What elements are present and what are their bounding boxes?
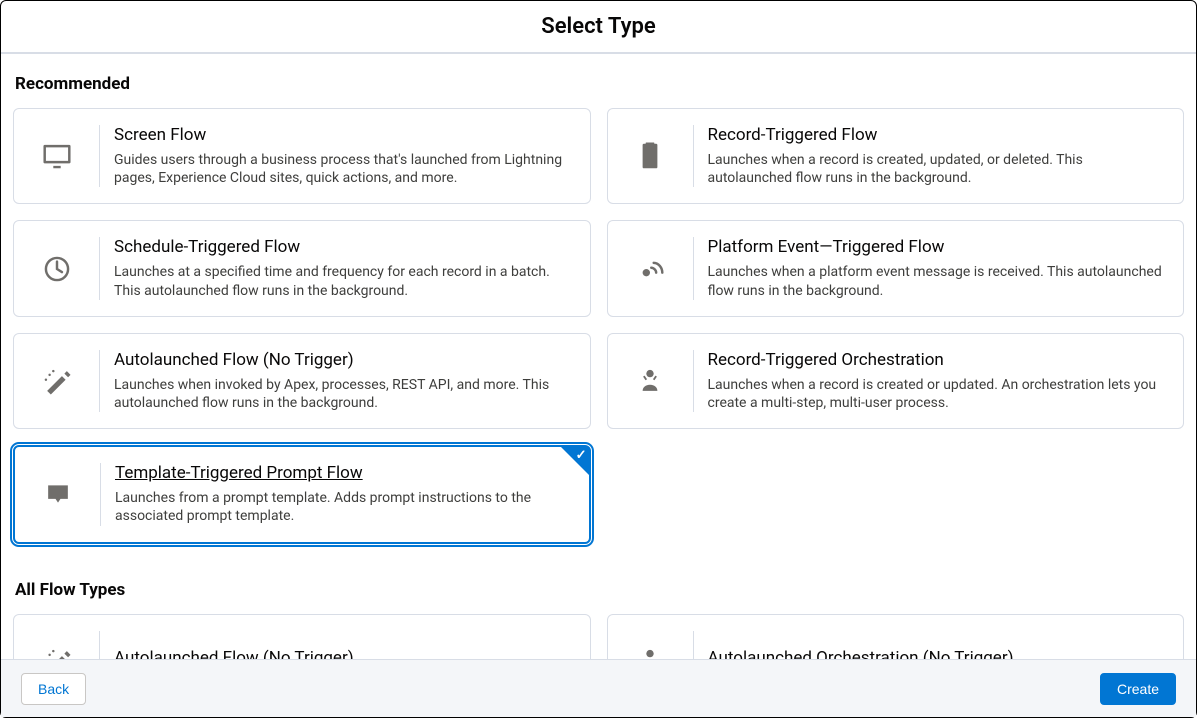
platform-event-icon [608,237,694,299]
modal-header: Select Type [1,1,1196,54]
card-all-autolaunched-orchestration[interactable]: Autolaunched Orchestration (No Trigger) [607,614,1185,660]
card-title: Autolaunched Orchestration (No Trigger) [708,648,1014,660]
card-title: Record-Triggered Orchestration [708,350,1166,370]
card-template-triggered-prompt-flow[interactable]: Template-Triggered Prompt Flow Launches … [13,445,591,543]
card-desc: Guides users through a business process … [114,151,572,187]
schedule-triggered-icon [14,237,100,299]
card-autolaunched-flow[interactable]: Autolaunched Flow (No Trigger) Launches … [13,333,591,429]
card-desc: Launches at a specified time and frequen… [114,263,572,299]
recommended-grid: Screen Flow Guides users through a busin… [13,108,1184,544]
autolaunched-icon [14,350,100,412]
card-desc: Launches when invoked by Apex, processes… [114,376,572,412]
card-title: Screen Flow [114,125,572,145]
card-record-triggered-orchestration[interactable]: Record-Triggered Orchestration Launches … [607,333,1185,429]
modal-title: Select Type [541,14,655,39]
selected-check-icon [561,447,589,475]
card-title: Platform Event—Triggered Flow [708,237,1166,257]
card-all-autolaunched-flow[interactable]: Autolaunched Flow (No Trigger) [13,614,591,660]
card-desc: Launches when a platform event message i… [708,263,1166,299]
section-heading-all: All Flow Types [15,580,1184,600]
screen-flow-icon [14,125,100,187]
section-heading-recommended: Recommended [15,74,1184,94]
card-desc: Launches when a record is created or upd… [708,376,1166,412]
card-title: Schedule-Triggered Flow [114,237,572,257]
modal-body: Recommended Screen Flow Guides users thr… [1,56,1196,659]
card-schedule-triggered-flow[interactable]: Schedule-Triggered Flow Launches at a sp… [13,220,591,316]
card-desc: Launches from a prompt template. Adds pr… [115,489,571,525]
modal-footer: Back Create [1,659,1196,717]
autolaunched-icon [14,631,100,660]
card-record-triggered-flow[interactable]: Record-Triggered Flow Launches when a re… [607,108,1185,204]
back-button[interactable]: Back [21,673,86,705]
orchestration-icon [608,350,694,412]
card-title: Autolaunched Flow (No Trigger) [114,648,354,660]
card-title: Template-Triggered Prompt Flow [115,463,571,483]
create-button[interactable]: Create [1100,673,1176,705]
card-screen-flow[interactable]: Screen Flow Guides users through a busin… [13,108,591,204]
all-grid: Autolaunched Flow (No Trigger) Autolaunc… [13,614,1184,660]
orchestration-no-trigger-icon [608,631,694,660]
card-title: Record-Triggered Flow [708,125,1166,145]
card-platform-event-flow[interactable]: Platform Event—Triggered Flow Launches w… [607,220,1185,316]
record-triggered-icon [608,125,694,187]
card-title: Autolaunched Flow (No Trigger) [114,350,572,370]
prompt-flow-icon [15,463,101,525]
card-desc: Launches when a record is created, updat… [708,151,1166,187]
